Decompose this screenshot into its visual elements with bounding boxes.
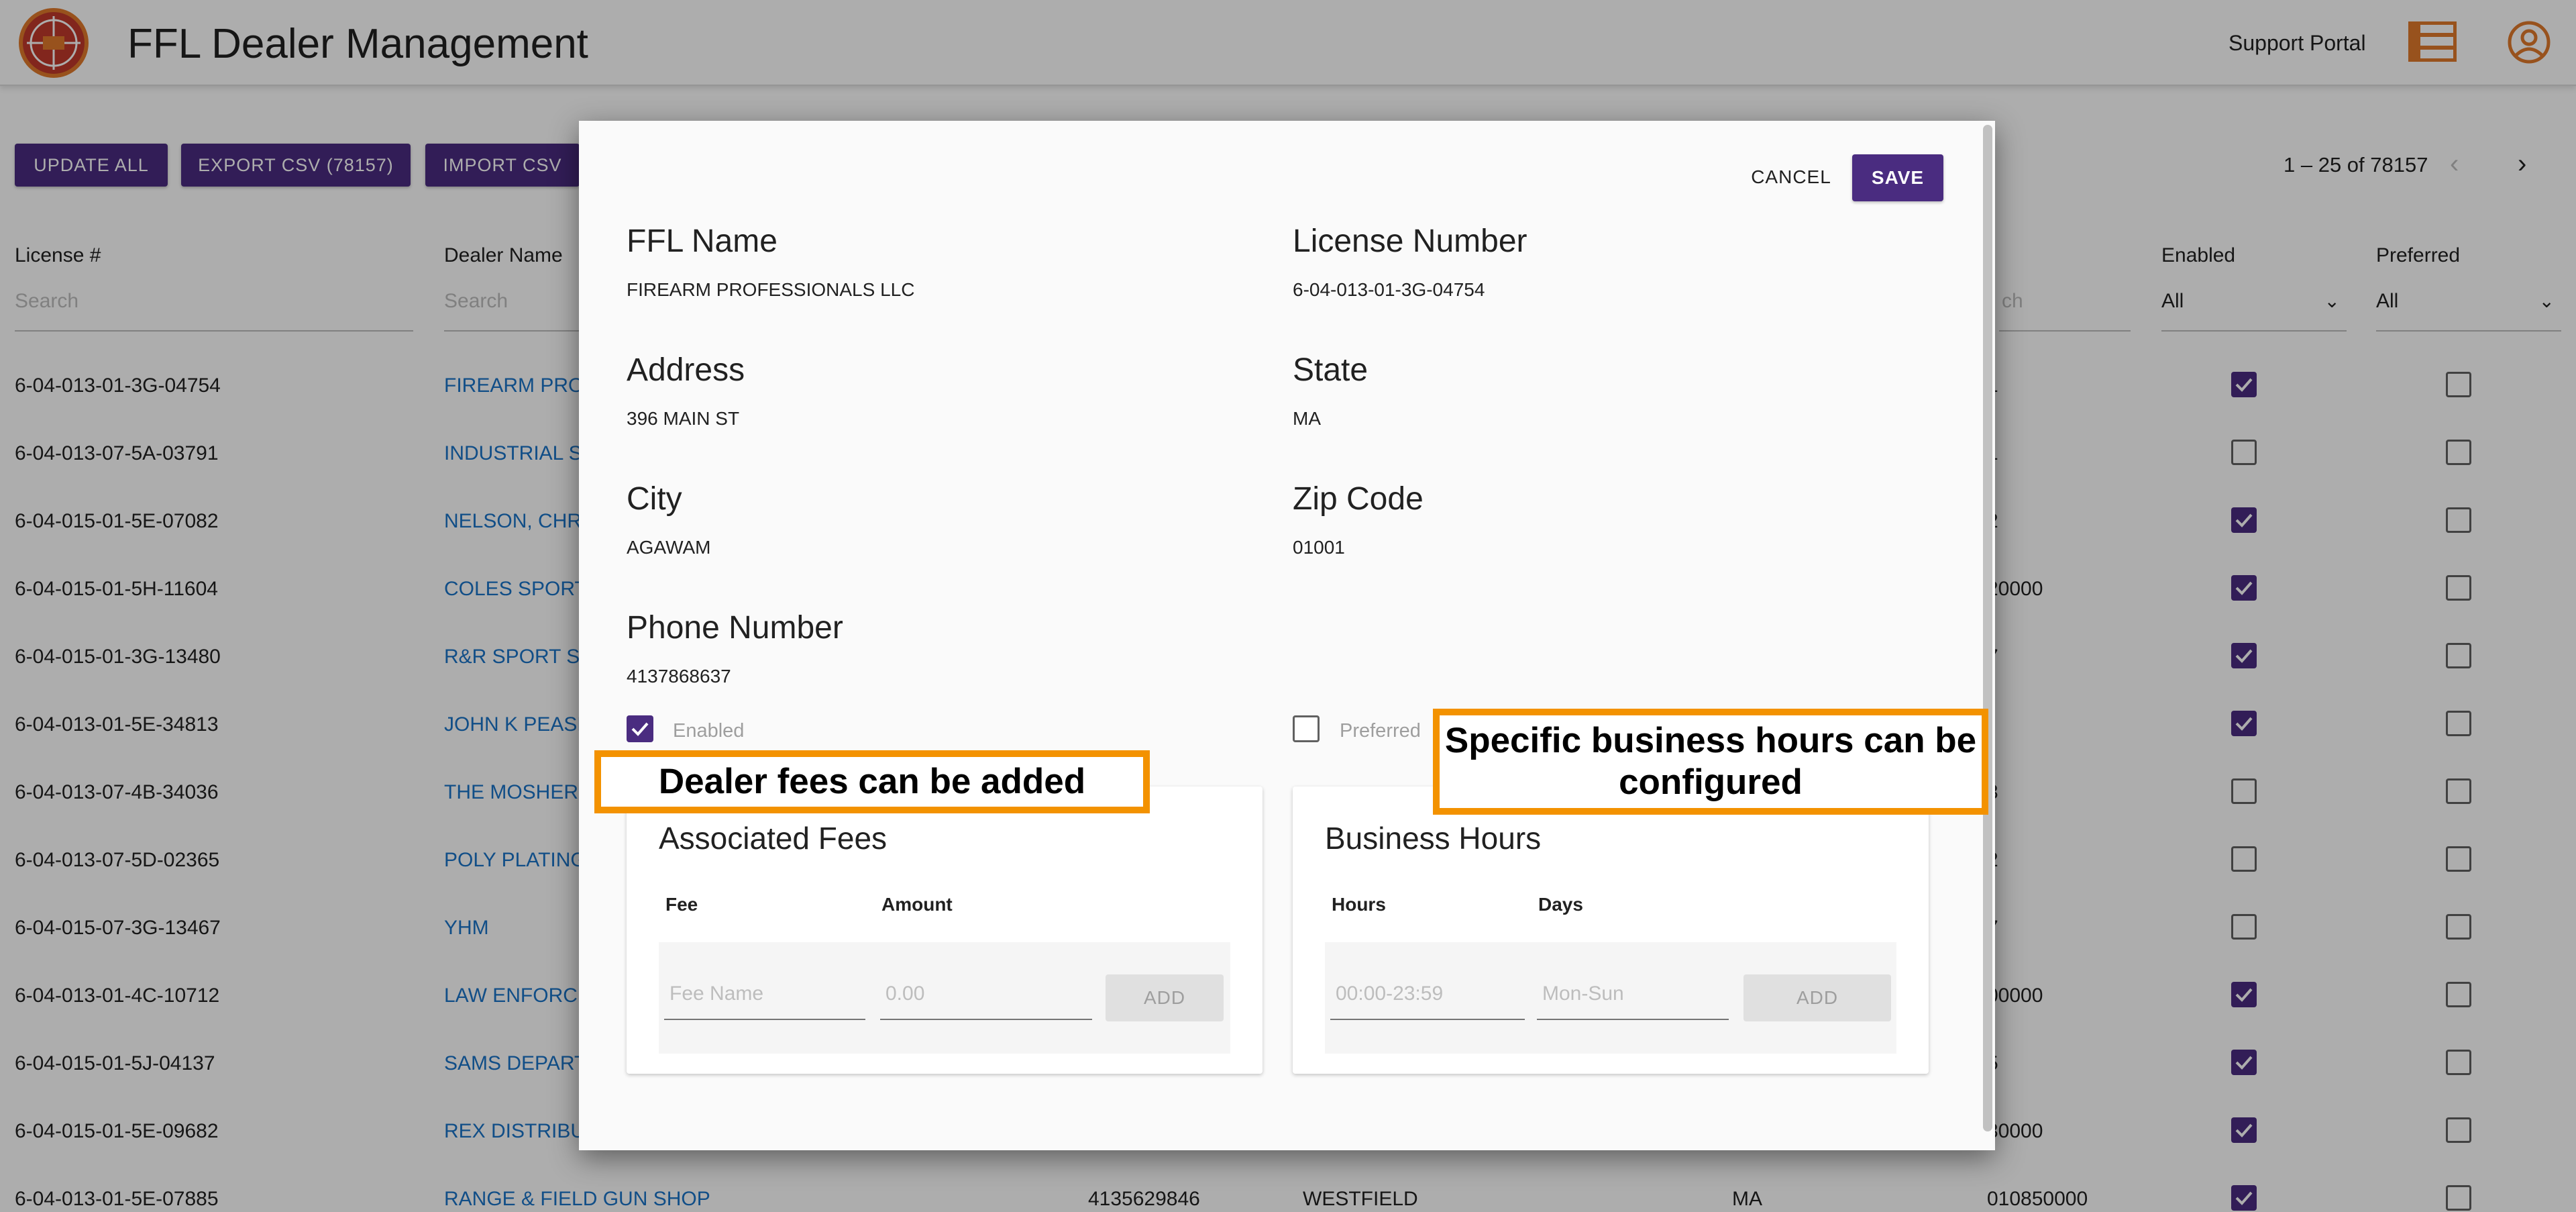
state-value: MA	[1293, 408, 1321, 429]
city-label: City	[627, 481, 682, 517]
hours-annotation-callout: Specific business hours can be configure…	[1433, 709, 1988, 815]
edit-dealer-dialog: CANCEL SAVE FFL Name FIREARM PROFESSIONA…	[579, 121, 1995, 1150]
license-number-value: 6-04-013-01-3G-04754	[1293, 279, 1485, 300]
state-label: State	[1293, 352, 1368, 388]
add-hours-button[interactable]: ADD	[1743, 974, 1891, 1021]
hours-entry-row: 00:00-23:59 Mon-Sun ADD	[1325, 942, 1896, 1054]
city-value: AGAWAM	[627, 537, 711, 558]
ffl-name-value: FIREARM PROFESSIONALS LLC	[627, 279, 915, 300]
dialog-scrollbar[interactable]	[1983, 125, 1992, 1131]
business-hours-title: Business Hours	[1325, 821, 1542, 856]
fee-amount-input[interactable]: 0.00	[880, 969, 1092, 1020]
cancel-button[interactable]: CANCEL	[1748, 156, 1835, 199]
preferred-checkbox[interactable]	[1293, 715, 1320, 742]
check-icon	[631, 722, 649, 736]
preferred-checkbox-label: Preferred	[1340, 720, 1421, 742]
address-label: Address	[627, 352, 745, 388]
phone-number-label: Phone Number	[627, 610, 843, 646]
fee-name-input[interactable]: Fee Name	[664, 969, 865, 1020]
zip-code-label: Zip Code	[1293, 481, 1424, 517]
hours-input[interactable]: 00:00-23:59	[1330, 969, 1525, 1020]
hours-column-header: Hours	[1332, 894, 1386, 915]
phone-number-value: 4137868637	[627, 666, 731, 687]
enabled-checkbox-label: Enabled	[673, 720, 745, 742]
license-number-label: License Number	[1293, 223, 1527, 259]
hours-annotation-line-1: Specific business hours can be	[1444, 721, 1977, 760]
save-button[interactable]: SAVE	[1852, 154, 1943, 201]
enabled-checkbox[interactable]	[627, 715, 653, 742]
associated-fees-card: Associated Fees Fee Amount Fee Name 0.00…	[627, 787, 1263, 1074]
hours-annotation-line-2: configured	[1619, 762, 1803, 802]
fee-entry-row: Fee Name 0.00 ADD	[659, 942, 1230, 1054]
add-fee-button[interactable]: ADD	[1106, 974, 1224, 1021]
amount-column-header: Amount	[881, 894, 953, 915]
ffl-name-label: FFL Name	[627, 223, 777, 259]
address-value: 396 MAIN ST	[627, 408, 740, 429]
days-input[interactable]: Mon-Sun	[1537, 969, 1729, 1020]
days-column-header: Days	[1538, 894, 1583, 915]
zip-code-value: 01001	[1293, 537, 1345, 558]
associated-fees-title: Associated Fees	[659, 821, 888, 856]
fee-column-header: Fee	[665, 894, 698, 915]
business-hours-card: Business Hours Hours Days 00:00-23:59 Mo…	[1293, 787, 1929, 1074]
fees-annotation-callout: Dealer fees can be added	[594, 750, 1150, 813]
